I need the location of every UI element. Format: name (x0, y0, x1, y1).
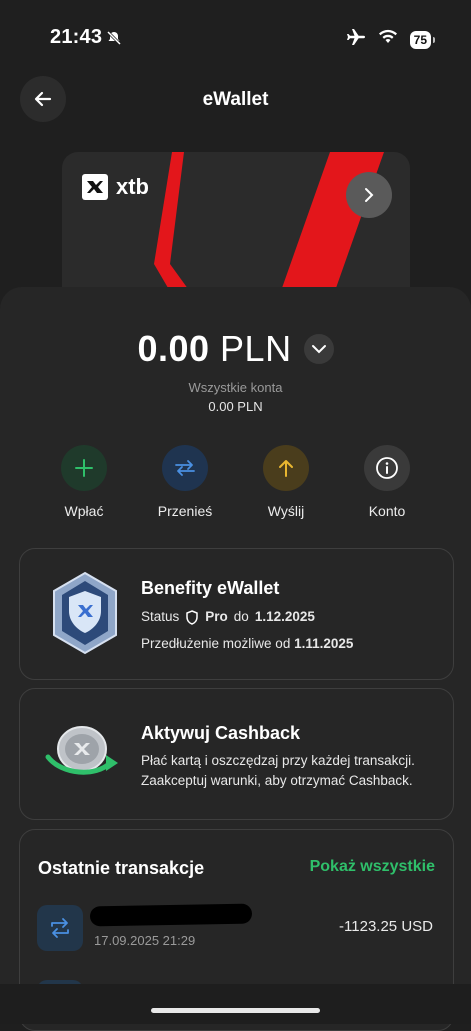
card-brand: xtb (116, 174, 149, 199)
balance-row: 0.00 PLN (0, 328, 471, 370)
until-date: 1.12.2025 (254, 609, 315, 624)
extension-label: Przedłużenie możliwe od (141, 636, 291, 651)
cashback-panel[interactable]: Aktywuj Cashback Płać kartą i oszczędzaj… (19, 688, 454, 820)
shield-badge-icon (50, 571, 120, 660)
status-time: 21:43 (50, 26, 103, 48)
transaction-amount: -1123.25 USD (339, 918, 433, 935)
arrow-up-icon (263, 445, 309, 491)
transfer-label: Przenieś (157, 503, 213, 519)
card-next-button[interactable] (346, 172, 392, 218)
account-button[interactable]: Konto (337, 445, 437, 519)
transaction-transfer-icon (37, 905, 83, 951)
deposit-button[interactable]: Wpłać (34, 445, 134, 519)
xtb-logo-mark (82, 174, 108, 200)
extension-date: 1.11.2025 (294, 636, 354, 651)
currency-dropdown[interactable] (303, 334, 334, 364)
chevron-down-icon (311, 345, 326, 354)
account-label: Konto (368, 503, 406, 519)
bell-muted-icon (106, 30, 122, 51)
wifi-icon (378, 29, 398, 50)
cashback-text-line1: Płać kartą i oszczędzaj przy każdej tran… (141, 753, 415, 768)
tier-value: Pro (205, 609, 228, 624)
send-button[interactable]: Wyślij (236, 445, 336, 519)
transfer-button[interactable]: Przenieś (135, 445, 235, 519)
balance-value: 0.00 (137, 328, 210, 369)
all-accounts-value: 0.00 PLN (208, 399, 263, 414)
airplane-icon (346, 28, 366, 51)
info-icon (364, 445, 410, 491)
page-title: eWallet (202, 89, 269, 110)
status-label: Status (141, 609, 180, 624)
plus-icon (61, 445, 107, 491)
show-all-link[interactable]: Pokaż wszystkie (310, 858, 435, 876)
deposit-label: Wpłać (64, 503, 104, 519)
all-accounts-label: Wszystkie konta (188, 380, 283, 395)
cashback-coin-icon (44, 721, 120, 786)
until-label: do (233, 609, 249, 624)
xtb-logo: xtb (82, 174, 149, 200)
transaction-date: 17.09.2025 21:29 (94, 933, 196, 948)
battery-indicator: 75 (409, 30, 436, 49)
status-icons: 75 (346, 28, 436, 51)
benefits-extension: Przedłużenie możliwe od 1.11.2025 (141, 634, 353, 654)
system-nav-area (0, 984, 471, 1024)
shield-icon (186, 609, 199, 625)
balance-currency: PLN (220, 328, 292, 369)
cashback-text-line2: Zaakceptuj warunki, aby otrzymać Cashbac… (141, 773, 413, 788)
transfer-arrows-icon (162, 445, 208, 491)
transactions-title: Ostatnie transakcje (38, 858, 205, 878)
benefits-title: Benefity eWallet (141, 578, 280, 598)
redacted-transaction-name (89, 903, 253, 927)
send-label: Wyślij (267, 503, 305, 519)
chevron-right-icon (365, 188, 374, 202)
home-indicator[interactable] (151, 1008, 320, 1013)
benefits-panel[interactable]: Benefity eWallet Status Pro do 1.12.2025… (19, 548, 454, 680)
balance-amount: 0.00 PLN (137, 328, 291, 370)
benefits-status: Status Pro do 1.12.2025 (141, 607, 315, 627)
cashback-title: Aktywuj Cashback (141, 723, 301, 743)
